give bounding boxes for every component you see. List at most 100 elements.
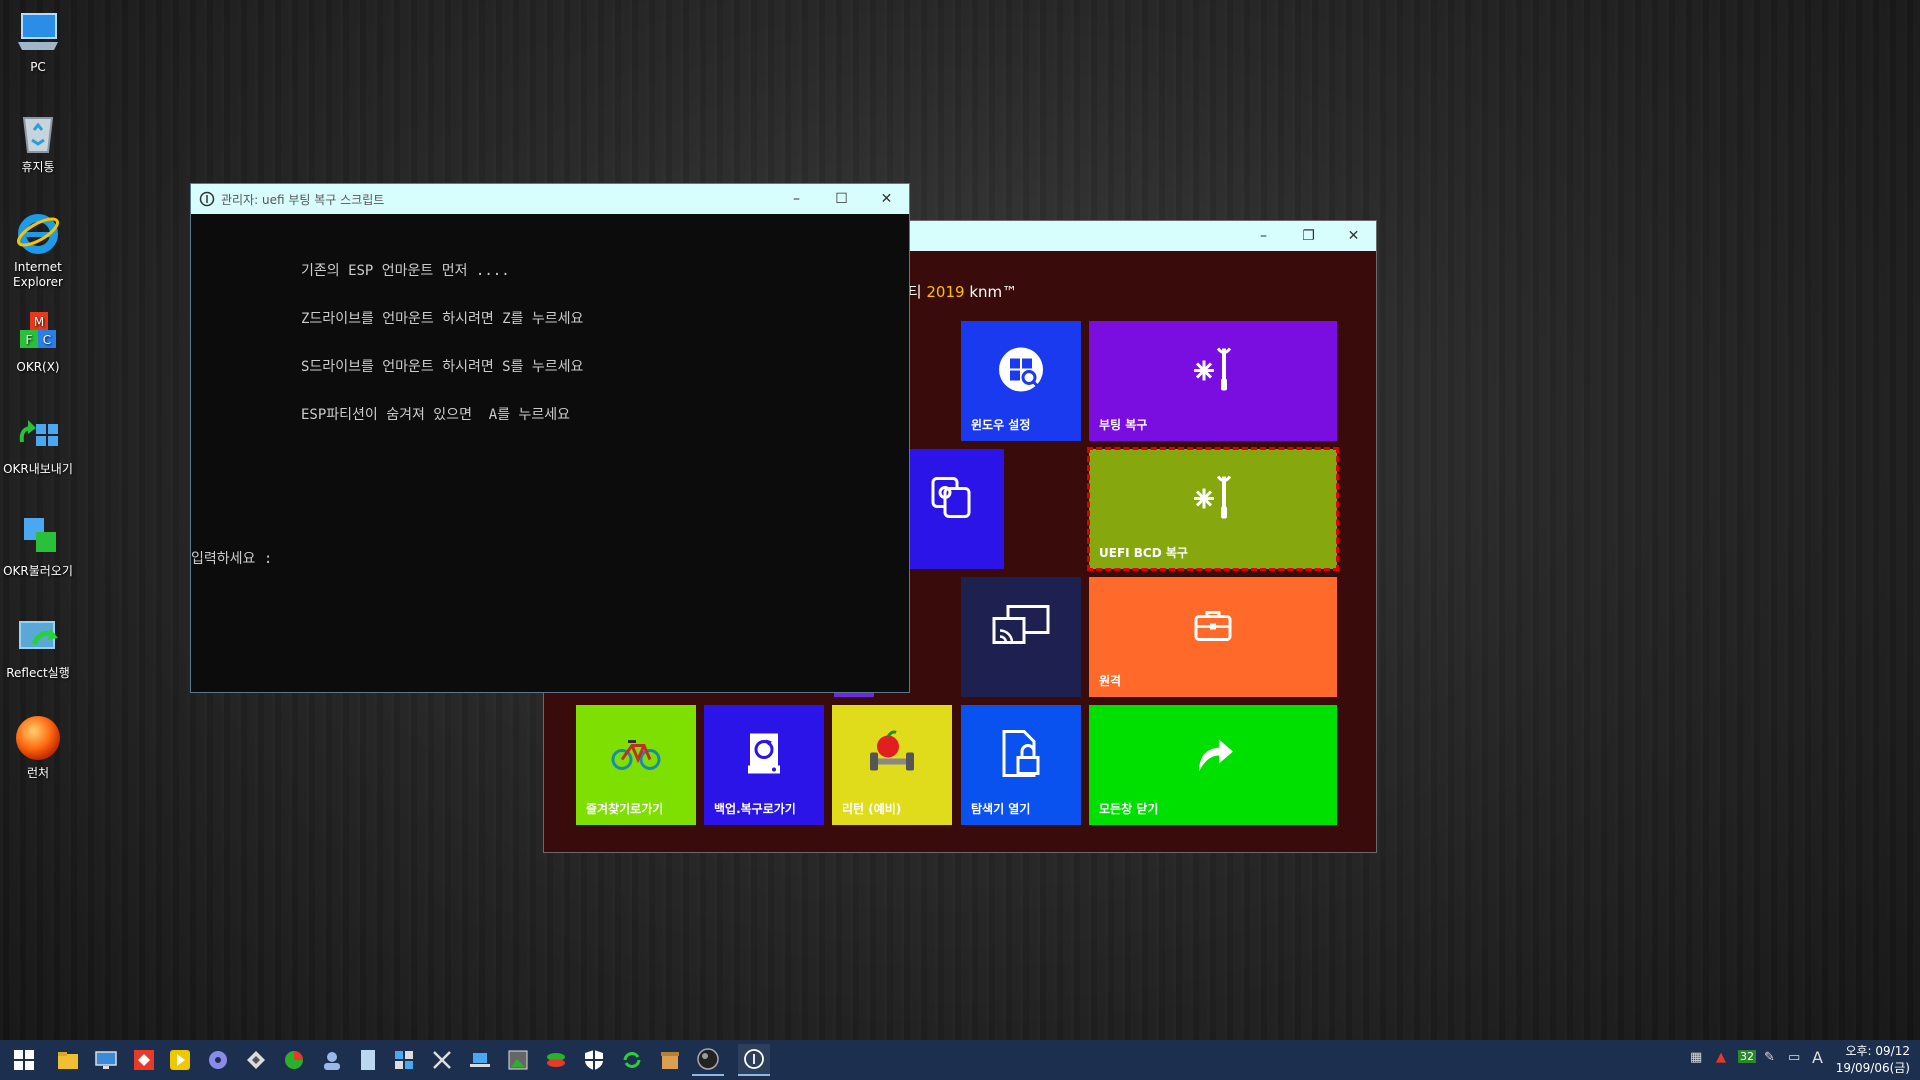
tile-backup-restore[interactable]: 백업.복구로가기: [704, 705, 824, 825]
minimize-button[interactable]: –: [774, 184, 819, 214]
svg-text:F: F: [26, 333, 33, 347]
tile-label: 탐색기 열기: [971, 802, 1031, 816]
reflect-icon: [14, 614, 62, 662]
ime-indicator[interactable]: A: [1812, 1048, 1823, 1067]
console-prompt[interactable]: 입력하세요 :: [191, 548, 272, 568]
svg-text:M: M: [34, 315, 44, 329]
console-line: 기존의 ESP 언마운트 먼저 ....: [301, 263, 510, 279]
tray-number-badge[interactable]: 32: [1738, 1050, 1756, 1063]
start-button[interactable]: [10, 1046, 38, 1074]
disk-tool-icon[interactable]: [542, 1046, 570, 1074]
tile-label: 원격: [1099, 674, 1122, 688]
windows-logo-icon: [14, 1050, 34, 1070]
desktop-icon-label: OKR불러오기: [3, 564, 73, 578]
desktop-icon-okr-import[interactable]: OKR불러오기: [0, 512, 76, 579]
red-arrow-tray-icon[interactable]: ▲: [1716, 1050, 1726, 1065]
user-app-icon[interactable]: [318, 1046, 346, 1074]
tile-label: 부팅 복구: [1099, 418, 1148, 432]
repair-tools-icon: [1190, 473, 1236, 526]
windows-tiles-app-icon[interactable]: [390, 1046, 418, 1074]
svg-text:C: C: [43, 333, 51, 347]
archive-app-icon[interactable]: [656, 1046, 684, 1074]
desktop-icon-okr-export[interactable]: OKR내보내기: [0, 410, 76, 477]
tile-boot-repair[interactable]: 부팅 복구: [1089, 321, 1337, 441]
taskbar-clock[interactable]: 오후: 09/12 19/09/06(금): [1836, 1043, 1910, 1077]
repair-tools-icon: [1190, 345, 1236, 398]
network-meter-icon[interactable]: ▦: [1690, 1050, 1702, 1065]
internet-explorer-icon: [14, 208, 62, 256]
okr-cube-icon: MFC: [14, 308, 62, 356]
desktop-icon-okr-x[interactable]: MFC OKR(X): [0, 308, 76, 375]
tile-close-all-windows[interactable]: 모든창 닫기: [1089, 705, 1337, 825]
okr-export-icon: [14, 410, 62, 458]
tile-label: 윈도우 설정: [971, 418, 1031, 432]
windows-settings-icon: [995, 344, 1047, 399]
desktop-icon-launcher[interactable]: 런처: [0, 714, 76, 781]
document-app-icon[interactable]: [354, 1046, 382, 1074]
desktop-icon-label: 휴지통: [21, 160, 55, 174]
image-app-icon[interactable]: [504, 1046, 532, 1074]
tile-label: 모든창 닫기: [1099, 802, 1159, 816]
tile-cast[interactable]: [961, 577, 1081, 697]
minimize-button[interactable]: –: [1241, 221, 1286, 251]
tools-app-icon[interactable]: [242, 1046, 270, 1074]
desktop-icon-pc[interactable]: PC: [0, 8, 76, 75]
desktop-icon-label: OKR(X): [16, 360, 60, 374]
recycle-bin-icon: [14, 108, 62, 156]
clock-time: 오후: 09/12: [1845, 1044, 1910, 1058]
console-title: 관리자: uefi 부팅 복구 스크립트: [221, 193, 385, 207]
laptop-app-icon[interactable]: [466, 1046, 494, 1074]
file-explorer-icon[interactable]: [54, 1046, 82, 1074]
desktop-icon-label: 런처: [26, 766, 50, 780]
potplayer-icon[interactable]: [166, 1046, 194, 1074]
desktop-icon-label: OKR내보내기: [3, 462, 73, 476]
tile-remote[interactable]: 원격: [1089, 577, 1337, 697]
briefcase-icon: [1193, 609, 1233, 646]
desktop-icon-reflect[interactable]: Reflect실행: [0, 614, 76, 681]
desktop-icon-internet-explorer[interactable]: Internet Explorer: [0, 208, 76, 290]
desktop-icon-label: Reflect실행: [6, 666, 70, 680]
console-taskbar-icon[interactable]: [738, 1044, 770, 1076]
locked-file-icon: [998, 728, 1044, 783]
pen-tray-icon[interactable]: ✎: [1764, 1050, 1775, 1065]
disc-app-icon[interactable]: [204, 1046, 232, 1074]
tile-label: 백업.복구로가기: [714, 802, 796, 816]
console-titlebar[interactable]: 관리자: uefi 부팅 복구 스크립트 – ☐ ✕: [191, 184, 909, 214]
tile-windows-settings[interactable]: 윈도우 설정: [961, 321, 1081, 441]
bicycle-icon: [610, 736, 662, 775]
tile-open-explorer[interactable]: 탐색기 열기: [961, 705, 1081, 825]
maximize-button[interactable]: ☐: [819, 184, 864, 214]
apple-dumbbell-icon: [866, 730, 918, 780]
scissors-tools-icon[interactable]: [428, 1046, 456, 1074]
utility-window-subtitle: 리티 2019 knm™: [894, 283, 1018, 301]
console-line: S드라이브를 언마운트 하시려면 S를 누르세요: [301, 359, 584, 375]
okr-import-icon: [14, 512, 62, 560]
desktop-icon-label: PC: [30, 60, 46, 74]
launcher-orb-taskbar-icon[interactable]: [692, 1044, 724, 1076]
refresh-app-icon[interactable]: [618, 1046, 646, 1074]
launcher-orb-icon: [14, 714, 62, 762]
tile-uefi-bcd-repair[interactable]: UEFI BCD 복구: [1087, 447, 1339, 571]
desktop-icon-recycle-bin[interactable]: 휴지통: [0, 108, 76, 175]
console-line: Z드라이브를 언마운트 하시려면 Z를 누르세요: [301, 311, 584, 327]
tile-label: 리턴 (예비): [842, 802, 902, 816]
backup-drive-icon: [744, 730, 784, 781]
tile-favorites[interactable]: 즐겨찾기로가기: [576, 705, 696, 825]
monitor-app-icon[interactable]: [92, 1046, 120, 1074]
cast-screen-icon: [990, 603, 1052, 652]
shield-icon[interactable]: [580, 1046, 608, 1074]
anydesk-icon[interactable]: [130, 1046, 158, 1074]
tile-label: UEFI BCD 복구: [1099, 546, 1188, 560]
console-line: ESP파티션이 숨겨져 있으면 A를 누르세요: [301, 407, 571, 423]
pc-icon: [14, 8, 62, 56]
close-button[interactable]: ✕: [1331, 221, 1376, 251]
disk-copy-icon: [929, 475, 975, 524]
close-button[interactable]: ✕: [864, 184, 909, 214]
display-tray-icon[interactable]: ▭: [1788, 1050, 1800, 1065]
tile-label: 즐겨찾기로가기: [586, 802, 664, 816]
console-window: 관리자: uefi 부팅 복구 스크립트 – ☐ ✕ 기존의 ESP 언마운트 …: [190, 183, 910, 693]
tile-return-spare[interactable]: 리턴 (예비): [832, 705, 952, 825]
partition-app-icon[interactable]: [280, 1046, 308, 1074]
restore-button[interactable]: ❐: [1286, 221, 1331, 251]
console-app-icon: [199, 191, 215, 207]
